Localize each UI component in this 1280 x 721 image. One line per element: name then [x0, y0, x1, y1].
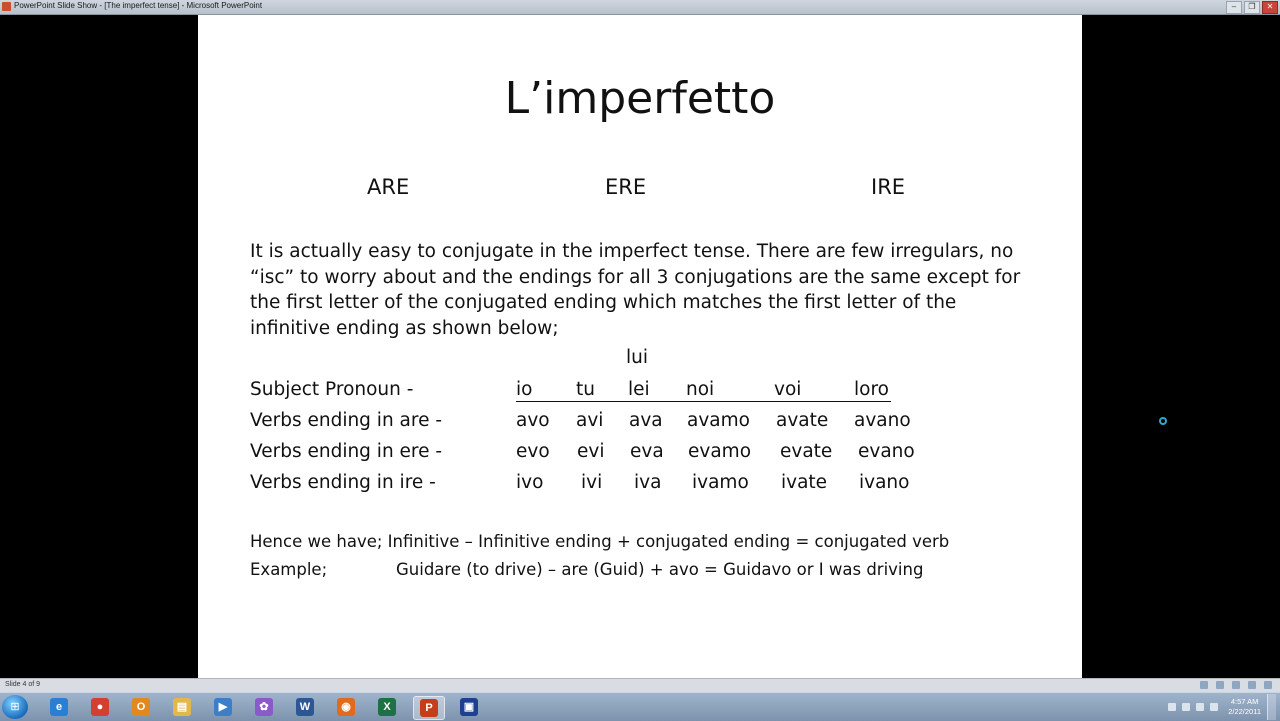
app-window-icon: ▣ — [460, 698, 478, 716]
pronoun-note: lui — [626, 347, 649, 368]
heading-ire: IRE — [871, 175, 906, 199]
status-bar: Slide 4 of 9 — [0, 678, 1280, 693]
intro-paragraph: It is actually easy to conjugate in the … — [250, 241, 1021, 339]
heading-are: ARE — [367, 175, 410, 199]
chrome-icon: ● — [91, 698, 109, 716]
pronoun-tu: tu — [576, 379, 595, 400]
ending-cell: ivate — [781, 472, 828, 493]
row-label-ere: Verbs ending in ere - — [250, 441, 443, 462]
fit-window-icon[interactable] — [1264, 681, 1272, 689]
close-button[interactable]: ✕ — [1262, 1, 1278, 14]
busy-cursor-icon — [1159, 417, 1167, 425]
ending-cell: eva — [630, 441, 664, 462]
ending-cell: evo — [516, 441, 550, 462]
example-text: Guidare (to drive) – are (Guid) + avo = … — [396, 560, 924, 579]
row-label-ire: Verbs ending in ire - — [250, 472, 436, 493]
ending-cell: avo — [516, 410, 550, 431]
slideshow-stage[interactable]: L’imperfetto ARE ERE IRE It is actually … — [0, 15, 1280, 678]
ending-cell: iva — [634, 472, 662, 493]
normal-view-icon[interactable] — [1200, 681, 1208, 689]
ending-cell: avano — [854, 410, 911, 431]
pronoun-label: Subject Pronoun - — [250, 379, 414, 400]
media-player-icon: ▶ — [214, 698, 232, 716]
picasa-icon: ✿ — [255, 698, 273, 716]
show-desktop-button[interactable] — [1267, 694, 1276, 720]
explorer-icon: ▤ — [173, 698, 191, 716]
ending-cell: avate — [776, 410, 829, 431]
excel-icon: X — [378, 698, 396, 716]
ending-cell: avamo — [687, 410, 750, 431]
start-button[interactable]: ⊞ — [2, 695, 28, 719]
window-title-bar: PowerPoint Slide Show - [The imperfect t… — [0, 0, 1280, 15]
minimize-button[interactable]: – — [1226, 1, 1242, 14]
example-label: Example; — [250, 560, 328, 579]
taskbar-excel-button[interactable]: X — [372, 696, 402, 718]
pronoun-voi: voi — [774, 379, 802, 400]
taskbar-app-window-button[interactable]: ▣ — [454, 696, 484, 718]
taskbar-internet-explorer-button[interactable]: e — [44, 696, 74, 718]
taskbar-media-player-button[interactable]: ▶ — [208, 696, 238, 718]
firefox-icon: ◉ — [337, 698, 355, 716]
taskbar-word-button[interactable]: W — [290, 696, 320, 718]
slideshow-view-icon[interactable] — [1232, 681, 1240, 689]
window-title: PowerPoint Slide Show - [The imperfect t… — [14, 1, 263, 10]
taskbar: ⊞ e ● O ▤ ▶ ✿ W ◉ X P ▣ 4:57 AM 2/22/2011 — [0, 692, 1280, 721]
taskbar-outlook-button[interactable]: O — [126, 696, 156, 718]
taskbar-powerpoint-button[interactable]: P — [413, 696, 445, 720]
show-hidden-icons-icon[interactable] — [1168, 703, 1177, 711]
network-icon[interactable] — [1196, 703, 1205, 711]
heading-ere: ERE — [605, 175, 647, 199]
clock-date: 2/22/2011 — [1228, 707, 1261, 716]
taskbar-firefox-button[interactable]: ◉ — [331, 696, 361, 718]
pronoun-underline — [516, 401, 891, 402]
slide-title: L’imperfetto — [504, 73, 776, 124]
ending-cell: evate — [780, 441, 833, 462]
outlook-icon: O — [132, 698, 150, 716]
clock-time: 4:57 AM — [1230, 697, 1259, 706]
pronoun-io: io — [516, 379, 533, 400]
clock[interactable]: 4:57 AM 2/22/2011 — [1228, 697, 1261, 717]
taskbar-chrome-button[interactable]: ● — [85, 696, 115, 718]
powerpoint-icon: P — [420, 699, 438, 717]
pronoun-lei: lei — [628, 379, 650, 400]
pronoun-loro: loro — [854, 379, 889, 400]
slide-sorter-icon[interactable] — [1216, 681, 1224, 689]
ending-cell: ava — [629, 410, 663, 431]
ending-cell: ivamo — [692, 472, 749, 493]
internet-explorer-icon: e — [50, 698, 68, 716]
zoom-icon[interactable] — [1248, 681, 1256, 689]
ending-cell: ivano — [859, 472, 910, 493]
restore-button[interactable]: ❐ — [1244, 1, 1260, 14]
ending-cell: evamo — [688, 441, 752, 462]
slide-indicator: Slide 4 of 9 — [5, 681, 41, 688]
taskbar-explorer-button[interactable]: ▤ — [167, 696, 197, 718]
formula-text: Hence we have; Infinitive – Infinitive e… — [250, 532, 950, 551]
taskbar-picasa-button[interactable]: ✿ — [249, 696, 279, 718]
ending-cell: evano — [858, 441, 915, 462]
row-label-are: Verbs ending in are - — [250, 410, 443, 431]
pronoun-noi: noi — [686, 379, 715, 400]
windows-logo-icon: ⊞ — [10, 701, 20, 713]
powerpoint-icon — [2, 2, 11, 11]
ending-cell: ivi — [581, 472, 603, 493]
volume-icon[interactable] — [1210, 703, 1219, 711]
ending-cell: ivo — [516, 472, 544, 493]
ending-cell: avi — [576, 410, 604, 431]
flag-icon[interactable] — [1182, 703, 1191, 711]
word-icon: W — [296, 698, 314, 716]
slide[interactable]: L’imperfetto ARE ERE IRE It is actually … — [198, 15, 1082, 678]
system-tray: 4:57 AM 2/22/2011 — [1168, 693, 1276, 721]
ending-cell: evi — [577, 441, 605, 462]
